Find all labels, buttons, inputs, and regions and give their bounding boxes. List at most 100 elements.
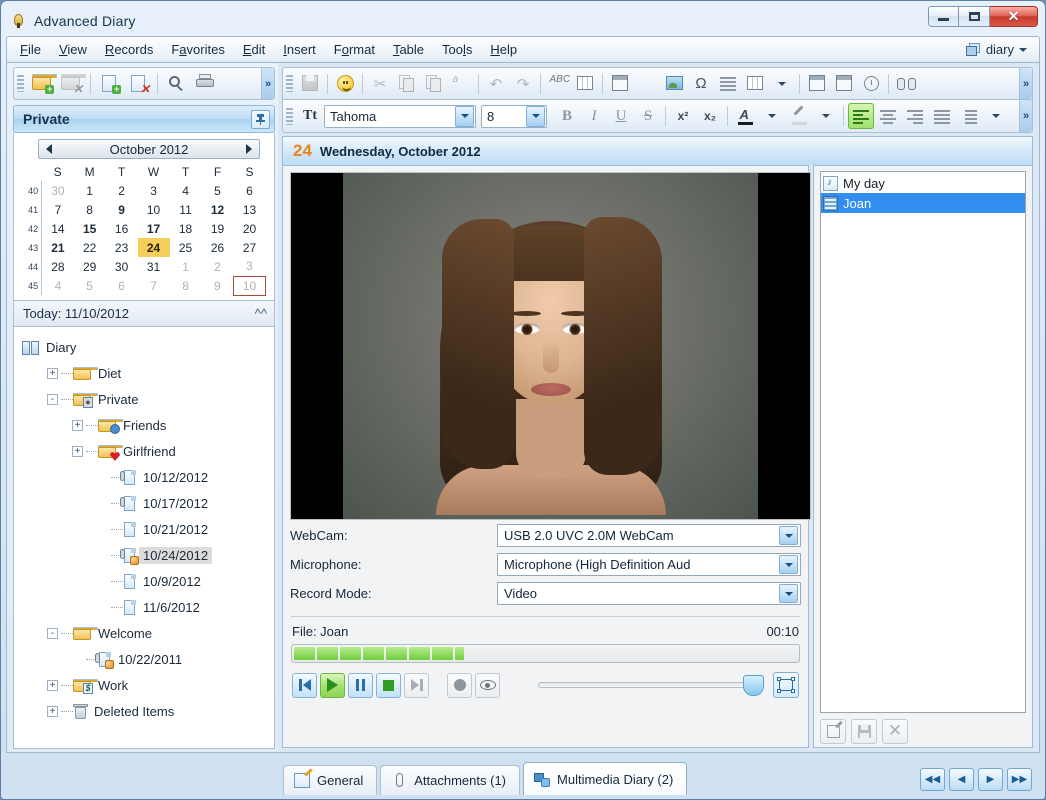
calendar-day[interactable]: 14 xyxy=(42,219,74,238)
calendar-day[interactable]: 24 xyxy=(137,238,170,257)
tree-item[interactable]: 11/6/2012 xyxy=(14,595,274,621)
insert-time-button[interactable] xyxy=(858,71,884,97)
toolbar-overflow-button[interactable]: » xyxy=(1019,68,1032,99)
calendar-day[interactable]: 29 xyxy=(74,257,106,276)
webcam-select[interactable]: USB 2.0 UVC 2.0M WebCam xyxy=(497,524,801,547)
volume-slider[interactable] xyxy=(538,675,764,696)
collapse-calendar-button[interactable]: ^^ xyxy=(255,306,267,321)
calendar-day[interactable]: 28 xyxy=(42,257,74,276)
calendar-day[interactable]: 27 xyxy=(233,238,265,257)
italic-button[interactable]: I xyxy=(581,103,607,129)
toolbar-overflow-button[interactable]: » xyxy=(261,68,274,99)
calendar-day[interactable]: 2 xyxy=(202,257,234,276)
calendar-day[interactable]: 16 xyxy=(106,219,138,238)
last-record-button[interactable]: ▶▶ xyxy=(1007,768,1032,791)
insert-table-button[interactable] xyxy=(742,71,768,97)
calendar-day[interactable]: 31 xyxy=(138,257,170,276)
font-size-dropdown-arrow[interactable] xyxy=(526,105,545,127)
toolbar-grip[interactable] xyxy=(17,75,24,92)
calendar-day[interactable]: 9 xyxy=(202,276,234,295)
microphone-select[interactable]: Microphone (High Definition Aud xyxy=(497,553,801,576)
calendar-day[interactable]: 1 xyxy=(74,181,106,200)
tree-item[interactable]: 10/9/2012 xyxy=(14,569,274,595)
calendar-day[interactable]: 30 xyxy=(106,257,138,276)
tab-multimedia-diary-2[interactable]: Multimedia Diary (2) xyxy=(523,762,688,795)
cut-button[interactable]: ✂ xyxy=(367,71,393,97)
menu-help[interactable]: Help xyxy=(481,38,526,61)
tab-general[interactable]: General xyxy=(283,765,378,795)
tree-item[interactable]: 10/24/2012 xyxy=(14,543,274,569)
tree-expander[interactable]: - xyxy=(47,394,58,405)
minimize-button[interactable] xyxy=(928,6,959,27)
tree-item[interactable]: + Deleted Items xyxy=(14,699,274,725)
calendar-day[interactable]: 15 xyxy=(74,219,106,238)
save-item-button[interactable] xyxy=(851,718,877,744)
insert-symbol-button[interactable]: Ω xyxy=(688,71,714,97)
dropdown-arrow[interactable] xyxy=(779,526,798,545)
copy-button[interactable] xyxy=(394,71,420,97)
calendar-day[interactable]: 5 xyxy=(202,181,234,200)
tree-expander[interactable]: + xyxy=(72,420,83,431)
toolbar-overflow-button[interactable]: » xyxy=(1019,100,1032,132)
pause-button[interactable] xyxy=(348,672,373,698)
calendar-day[interactable]: 18 xyxy=(170,219,202,238)
first-record-button[interactable]: ◀◀ xyxy=(920,768,945,791)
highlight-button[interactable] xyxy=(786,103,812,129)
tree-item[interactable]: 10/21/2012 xyxy=(14,517,274,543)
menu-file[interactable]: File xyxy=(11,38,50,61)
tree-expander[interactable]: + xyxy=(47,706,58,717)
record-mode-select[interactable]: Video xyxy=(497,582,801,605)
find-button[interactable] xyxy=(893,71,919,97)
calendar-day[interactable]: 3 xyxy=(138,181,170,200)
pin-button[interactable] xyxy=(251,109,270,129)
font-color-dropdown[interactable] xyxy=(759,103,785,129)
search-button[interactable] xyxy=(163,71,190,97)
delete-item-button[interactable]: ✕ xyxy=(882,718,908,744)
underline-button[interactable]: U xyxy=(608,103,634,129)
calendar-day[interactable]: 30 xyxy=(42,181,74,200)
undo-button[interactable]: ↶ xyxy=(483,71,509,97)
tree-expander[interactable]: + xyxy=(72,446,83,457)
tree-expander[interactable]: + xyxy=(47,368,58,379)
video-preview[interactable] xyxy=(290,172,811,520)
stop-button[interactable] xyxy=(376,672,401,698)
calendar-day[interactable]: 23 xyxy=(106,238,138,257)
toolbar-grip[interactable] xyxy=(286,107,293,125)
calendar-day[interactable]: 25 xyxy=(170,238,202,257)
tree-item[interactable]: 10/17/2012 xyxy=(14,491,274,517)
menu-insert[interactable]: Insert xyxy=(274,38,325,61)
delete-record-button[interactable]: ✕ xyxy=(125,71,152,97)
volume-slider-thumb[interactable] xyxy=(743,675,764,696)
line-spacing-button[interactable] xyxy=(956,103,982,129)
calendar-day[interactable]: 10 xyxy=(232,275,267,296)
calendar-day[interactable]: 5 xyxy=(74,276,106,295)
tree-item[interactable]: Diary xyxy=(14,335,274,361)
next-record-button[interactable]: ▶ xyxy=(978,768,1003,791)
emoticon-button[interactable] xyxy=(332,71,358,97)
dropdown-arrow[interactable] xyxy=(779,584,798,603)
calendar-day[interactable]: 8 xyxy=(170,276,202,295)
align-justify-button[interactable] xyxy=(929,103,955,129)
fullscreen-button[interactable] xyxy=(773,672,799,698)
insert-datetime-button[interactable] xyxy=(804,71,830,97)
menu-view[interactable]: View xyxy=(50,38,96,61)
strikethrough-button[interactable]: S xyxy=(635,103,661,129)
insert-image-button[interactable] xyxy=(661,71,687,97)
paste-special-button[interactable]: a xyxy=(448,71,474,97)
redo-button[interactable]: ↷ xyxy=(510,71,536,97)
font-name-dropdown-arrow[interactable] xyxy=(455,105,474,127)
calendar-day[interactable]: 1 xyxy=(170,257,202,276)
media-list-item[interactable]: ♪ My day xyxy=(821,173,1025,193)
tree-expander[interactable]: - xyxy=(47,628,58,639)
tree-item[interactable]: + $ Work xyxy=(14,673,274,699)
tree-item[interactable]: 10/22/2011 xyxy=(14,647,274,673)
calendar-day[interactable]: 9 xyxy=(106,200,138,219)
bold-button[interactable]: B xyxy=(554,103,580,129)
calendar-next-button[interactable] xyxy=(239,144,259,154)
menu-format[interactable]: Format xyxy=(325,38,384,61)
insert-textbox-button[interactable] xyxy=(607,71,633,97)
calendar-day[interactable]: 3 xyxy=(233,257,265,276)
calendar-day[interactable]: 22 xyxy=(74,238,106,257)
calendar-day[interactable]: 19 xyxy=(202,219,234,238)
insert-object-button[interactable] xyxy=(634,71,660,97)
